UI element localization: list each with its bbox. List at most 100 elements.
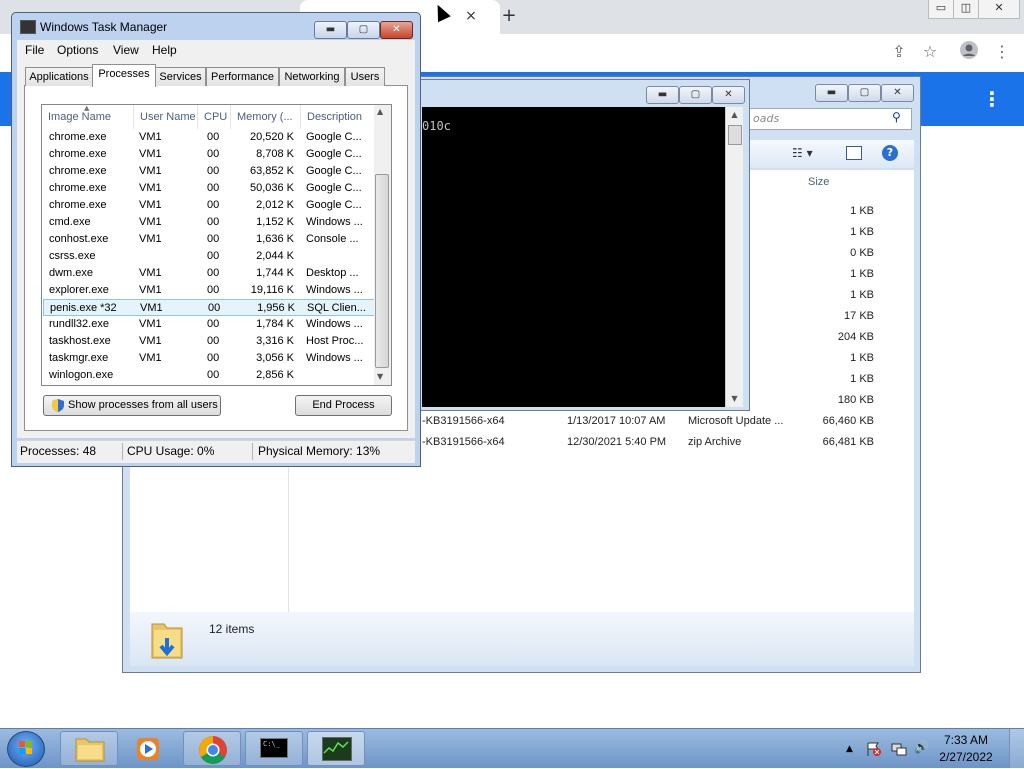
bookmark-star-icon[interactable]: ☆ [918,40,942,64]
process-memory: 3,316 K [256,335,294,347]
browser-restore-button[interactable]: ◫ [953,0,979,19]
tab-services[interactable]: Services [155,67,206,86]
end-process-button[interactable]: End Process [295,395,392,416]
show-desktop-button[interactable] [1009,729,1024,768]
file-row[interactable]: -KB3191566-x64 12/30/2021 5:40 PM zip Arch… [422,436,882,457]
tab-applications[interactable]: Applications [25,67,93,86]
file-size: 66,460 KB [822,415,874,427]
process-memory: 63,852 K [249,165,294,177]
search-icon[interactable]: ⚲ [892,110,901,124]
tm-close-button[interactable]: ✕ [380,21,413,39]
browser-menu-icon[interactable]: ⋮ [990,40,1014,64]
process-description: Windows ... [306,318,363,330]
process-row[interactable]: dwm.exe VM1 00 1,744 K Desktop ... [43,265,375,282]
process-user-name: VM1 [139,284,162,296]
taskbar-chrome-button[interactable] [183,731,241,766]
tab-close-icon[interactable]: × [462,6,480,26]
menu-help[interactable]: Help [152,40,177,60]
process-row[interactable]: explorer.exe VM1 00 19,116 K Windows ... [43,282,375,299]
process-row[interactable]: taskhost.exe VM1 00 3,316 K Host Proc... [43,333,375,350]
browser-close-button[interactable]: ✕ [978,0,1020,19]
taskbar-explorer-button[interactable] [60,731,118,766]
explorer-maximize-button[interactable]: ▢ [848,84,881,102]
process-description: Google C... [306,199,362,211]
process-image-name: winlogon.exe [49,369,114,381]
process-row[interactable]: taskmgr.exe VM1 00 3,056 K Windows ... [43,350,375,367]
cmd-scrollbar[interactable]: ▲ ▼ [725,107,743,407]
scroll-down-icon[interactable]: ▼ [726,391,743,407]
process-image-name: explorer.exe [49,284,109,296]
cmd-minimize-button[interactable]: ▬ [646,86,679,104]
process-image-name: chrome.exe [49,148,107,160]
preview-pane-icon[interactable] [846,146,862,160]
file-row[interactable]: -KB3191566-x64 1/13/2017 10:07 AM Microsof… [422,415,882,436]
start-button[interactable] [7,731,45,767]
process-memory: 1,784 K [256,318,294,330]
cmd-maximize-button[interactable]: ▢ [679,86,712,104]
taskbar-task-manager-button[interactable] [307,731,365,766]
cmd-console[interactable]: 010c [422,107,725,407]
action-center-flag-icon[interactable] [866,741,882,757]
menu-view[interactable]: View [113,40,139,60]
cmd-close-button[interactable]: ✕ [712,86,745,104]
process-user-name: VM1 [139,318,162,330]
process-row[interactable]: chrome.exe VM1 00 50,036 K Google C... [43,180,375,197]
column-header-memory[interactable]: Memory (... [231,105,301,129]
process-user-name: VM1 [139,352,162,364]
tab-performance[interactable]: Performance [206,67,279,86]
volume-icon[interactable]: 🔊 [914,740,929,754]
explorer-search-input[interactable]: oads [748,108,912,130]
column-header-description[interactable]: Description [301,105,375,129]
tm-minimize-button[interactable]: ▬ [314,21,347,39]
profile-avatar-icon[interactable] [957,40,981,64]
process-row[interactable]: penis.exe *32 VM1 00 1,956 K SQL Clien... [43,299,375,316]
taskbar-cmd-button[interactable]: C:\_ [245,731,303,766]
scroll-down-icon[interactable]: ▼ [377,372,383,381]
column-header-user-name[interactable]: User Name [134,105,198,129]
tab-processes[interactable]: Processes [92,64,156,87]
process-row[interactable]: rundll32.exe VM1 00 1,784 K Windows ... [43,316,375,333]
file-size: 66,481 KB [822,436,874,448]
media-player-icon[interactable] [136,737,162,761]
process-image-name: penis.exe *32 [50,302,117,314]
tab-networking[interactable]: Networking [279,67,345,86]
process-row[interactable]: chrome.exe VM1 00 8,708 K Google C... [43,146,375,163]
process-user-name: VM1 [139,335,162,347]
cmd-icon: C:\_ [260,738,288,758]
menu-options[interactable]: Options [57,40,98,60]
column-header-size[interactable]: Size [808,176,829,188]
scroll-up-icon[interactable]: ▲ [726,107,743,123]
new-tab-button[interactable]: + [498,4,520,28]
tm-maximize-button[interactable]: ▢ [347,21,380,39]
menu-file[interactable]: File [25,40,44,60]
process-row[interactable]: winlogon.exe 00 2,856 K [43,367,375,384]
scroll-up-icon[interactable]: ▲ [377,107,383,116]
process-row[interactable]: csrss.exe 00 2,044 K [43,248,375,265]
cmd-scroll-thumb[interactable] [728,125,742,145]
explorer-close-button[interactable]: ✕ [881,84,914,102]
page-menu-icon[interactable]: ⋮ [982,87,1002,111]
process-row[interactable]: chrome.exe VM1 00 2,012 K Google C... [43,197,375,214]
process-list-scroll-thumb[interactable] [375,174,389,368]
tab-users[interactable]: Users [345,67,385,86]
show-all-processes-button[interactable]: Show processes from all users [43,395,221,416]
process-row[interactable]: cmd.exe VM1 00 1,152 K Windows ... [43,214,375,231]
clock-date[interactable]: 2/27/2022 [936,750,996,764]
file-name: -KB3191566-x64 [422,415,505,427]
network-icon[interactable] [891,741,907,757]
help-icon[interactable]: ? [882,145,898,161]
browser-minimize-button[interactable]: ▭ [928,0,954,19]
status-physical-memory: Physical Memory: 13% [258,444,381,458]
clock-time[interactable]: 7:33 AM [936,733,996,747]
column-header-cpu[interactable]: CPU [198,105,231,129]
cmd-output-text: 010c [422,119,451,133]
share-icon[interactable]: ⇪ [887,40,911,64]
process-list[interactable]: Image Name ▲ User Name CPU Memory (... D… [41,104,392,386]
process-row[interactable]: chrome.exe VM1 00 20,520 K Google C... [43,129,375,146]
process-row[interactable]: chrome.exe VM1 00 63,852 K Google C... [43,163,375,180]
process-row[interactable]: conhost.exe VM1 00 1,636 K Console ... [43,231,375,248]
process-cpu: 00 [207,233,220,245]
explorer-minimize-button[interactable]: ▬ [815,84,848,102]
show-hidden-icons-icon[interactable]: ▲ [846,744,853,754]
view-options-icon[interactable]: ☷ ▾ [792,146,813,160]
